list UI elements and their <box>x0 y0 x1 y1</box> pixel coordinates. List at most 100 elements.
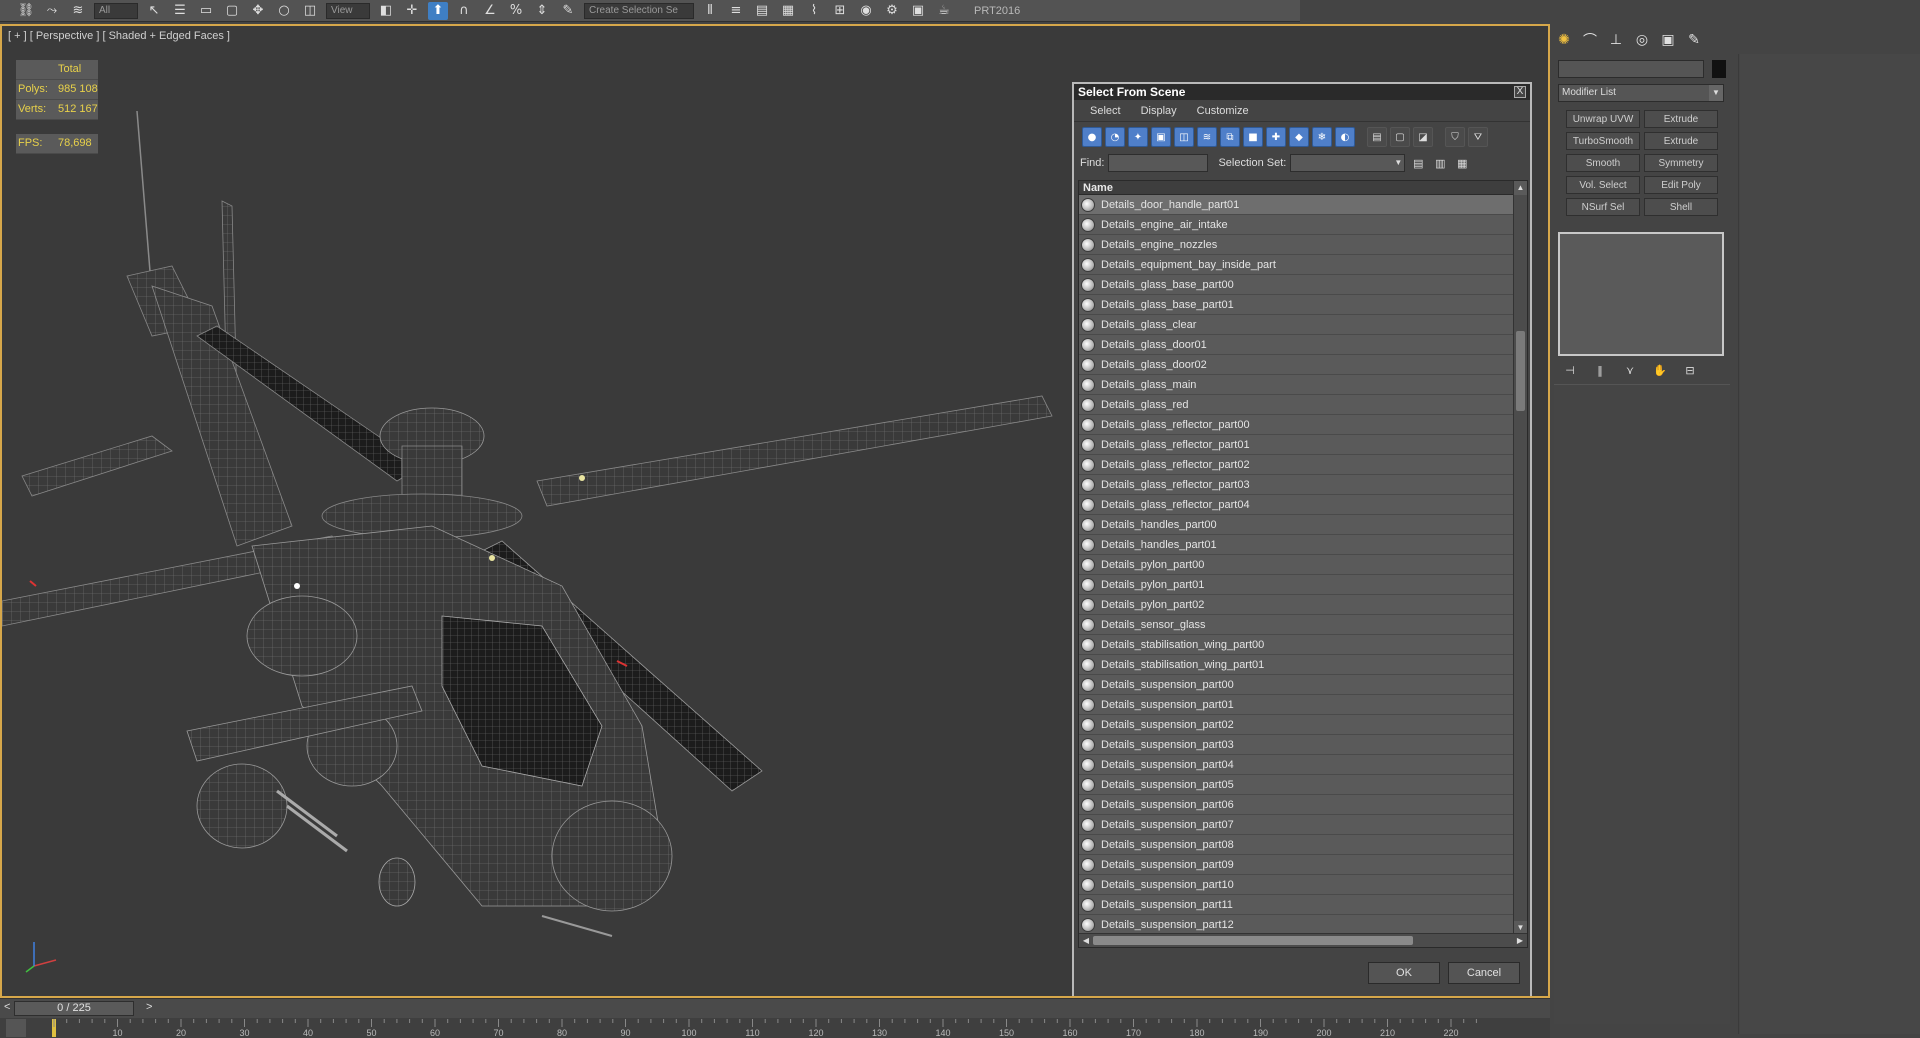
display-groups-icon[interactable]: ⧉ <box>1220 127 1240 147</box>
select-all-icon[interactable]: ▤ <box>1367 127 1387 147</box>
previous-frame-button[interactable]: < <box>4 1001 10 1013</box>
list-item[interactable]: Details_suspension_part12 <box>1079 915 1513 935</box>
show-end-result-icon[interactable]: ‖ <box>1592 362 1608 378</box>
modifier-button[interactable]: Symmetry <box>1644 154 1718 172</box>
list-item[interactable]: Details_glass_reflector_part04 <box>1079 495 1513 515</box>
scroll-right-icon[interactable]: ▶ <box>1513 934 1527 948</box>
hierarchy-tab-icon[interactable]: ⊥ <box>1606 30 1626 50</box>
modifier-button[interactable]: Extrude <box>1644 132 1718 150</box>
modifier-button[interactable]: Shell <box>1644 198 1718 216</box>
perspective-viewport[interactable]: [ + ] [ Perspective ] [ Shaded + Edged F… <box>0 24 1550 998</box>
list-item[interactable]: Details_suspension_part04 <box>1079 755 1513 775</box>
ok-button[interactable]: OK <box>1368 962 1440 984</box>
display-hidden-icon[interactable]: ◐ <box>1335 127 1355 147</box>
render-setup-icon[interactable]: ⚙ <box>882 2 902 20</box>
find-input[interactable] <box>1108 154 1209 172</box>
menu-customize[interactable]: Customize <box>1187 100 1259 122</box>
pin-stack-icon[interactable]: ⊣ <box>1562 362 1578 378</box>
scale-icon[interactable]: ◫ <box>300 2 320 20</box>
make-unique-icon[interactable]: ⋎ <box>1622 362 1638 378</box>
list-item[interactable]: Details_engine_air_intake <box>1079 215 1513 235</box>
motion-tab-icon[interactable]: ◎ <box>1632 30 1652 50</box>
window-crossing-icon[interactable]: ▢ <box>222 2 242 20</box>
display-lights-icon[interactable]: ✦ <box>1128 127 1148 147</box>
menu-select[interactable]: Select <box>1080 100 1131 122</box>
horizontal-scrollbar[interactable]: ◀ ▶ <box>1079 933 1527 947</box>
dialog-title-bar[interactable]: Select From Scene X <box>1074 84 1530 100</box>
scroll-up-icon[interactable]: ▲ <box>1514 181 1527 195</box>
display-bones-icon[interactable]: ✚ <box>1266 127 1286 147</box>
display-helpers-icon[interactable]: ◫ <box>1174 127 1194 147</box>
modifier-button[interactable]: Unwrap UVW <box>1566 110 1640 128</box>
list-item[interactable]: Details_glass_base_part00 <box>1079 275 1513 295</box>
rectangle-region-icon[interactable]: ▭ <box>196 2 216 20</box>
utilities-tab-icon[interactable]: ✎ <box>1684 30 1704 50</box>
list-item[interactable]: Details_suspension_part05 <box>1079 775 1513 795</box>
list-item[interactable]: Details_pylon_part02 <box>1079 595 1513 615</box>
list-item[interactable]: Details_glass_clear <box>1079 315 1513 335</box>
list-item[interactable]: Details_suspension_part11 <box>1079 895 1513 915</box>
frame-readout[interactable]: 0 / 225 <box>14 1001 134 1016</box>
list-item[interactable]: Details_suspension_part09 <box>1079 855 1513 875</box>
filter-options-icon[interactable]: ⛛ <box>1468 127 1488 147</box>
layer-manager-icon[interactable]: ▤ <box>752 2 772 20</box>
list-item[interactable]: Details_stabilisation_wing_part01 <box>1079 655 1513 675</box>
modifier-button[interactable]: Edit Poly <box>1644 176 1718 194</box>
menu-display[interactable]: Display <box>1131 100 1187 122</box>
modifier-list-dropdown[interactable]: Modifier List ▼ <box>1558 84 1724 102</box>
list-item[interactable]: Details_glass_reflector_part03 <box>1079 475 1513 495</box>
align-icon[interactable]: ≡ <box>726 2 746 20</box>
curve-editor-icon[interactable]: ⌇ <box>804 2 824 20</box>
percent-snap-icon[interactable]: % <box>506 2 526 20</box>
track-bar[interactable]: 10 20 30 40 50 60 70 80 90 100 110 120 130 140 150 160 1… <box>0 1018 1550 1038</box>
list-item[interactable]: Details_stabilisation_wing_part00 <box>1079 635 1513 655</box>
horizontal-scroll-thumb[interactable] <box>1093 936 1413 945</box>
display-xrefs-icon[interactable]: ■ <box>1243 127 1263 147</box>
list-item[interactable]: Details_pylon_part00 <box>1079 555 1513 575</box>
move-icon[interactable]: ✥ <box>248 2 268 20</box>
keyboard-shortcut-override-icon[interactable]: ⬆ <box>428 1 448 20</box>
remove-from-selection-set-icon[interactable]: ▦ <box>1453 154 1471 172</box>
list-item[interactable]: Details_suspension_part07 <box>1079 815 1513 835</box>
list-item[interactable]: Details_glass_reflector_part02 <box>1079 455 1513 475</box>
list-item[interactable]: Details_engine_nozzles <box>1079 235 1513 255</box>
close-icon[interactable]: X <box>1514 86 1526 98</box>
select-none-icon[interactable]: ▢ <box>1390 127 1410 147</box>
configure-modifier-sets-icon[interactable]: ⊟ <box>1682 362 1698 378</box>
list-item[interactable]: Details_glass_base_part01 <box>1079 295 1513 315</box>
display-space-warps-icon[interactable]: ≋ <box>1197 127 1217 147</box>
list-item[interactable]: Details_suspension_part03 <box>1079 735 1513 755</box>
list-item[interactable]: Details_suspension_part01 <box>1079 695 1513 715</box>
spinner-snap-icon[interactable]: ⇕ <box>532 2 552 20</box>
time-slider[interactable]: < 0 / 225 > <box>0 998 1550 1018</box>
display-containers-icon[interactable]: ◆ <box>1289 127 1309 147</box>
list-item[interactable]: Details_suspension_part02 <box>1079 715 1513 735</box>
list-item[interactable]: Details_suspension_part00 <box>1079 675 1513 695</box>
modifier-stack[interactable] <box>1558 232 1724 356</box>
link-icon[interactable]: ⛓ <box>16 2 36 20</box>
named-selection-dropdown[interactable]: Create Selection Se <box>584 2 694 19</box>
create-selection-set-icon[interactable]: ▤ <box>1409 154 1427 172</box>
list-item[interactable]: Details_glass_red <box>1079 395 1513 415</box>
rotate-icon[interactable]: ○ <box>274 2 294 20</box>
vertical-scroll-thumb[interactable] <box>1516 331 1525 411</box>
next-frame-button[interactable]: > <box>146 1001 152 1013</box>
schematic-view-icon[interactable]: ⊞ <box>830 2 850 20</box>
list-item[interactable]: Details_pylon_part01 <box>1079 575 1513 595</box>
name-column-header[interactable]: Name <box>1079 181 1527 195</box>
modify-tab-icon[interactable]: ⌒ <box>1580 30 1600 50</box>
select-object-icon[interactable]: ↖ <box>144 2 164 20</box>
list-item[interactable]: Details_handles_part00 <box>1079 515 1513 535</box>
add-to-selection-set-icon[interactable]: ▥ <box>1431 154 1449 172</box>
material-editor-icon[interactable]: ◉ <box>856 2 876 20</box>
modifier-button[interactable]: Extrude <box>1644 110 1718 128</box>
list-item[interactable]: Details_suspension_part10 <box>1079 875 1513 895</box>
list-item[interactable]: Details_glass_main <box>1079 375 1513 395</box>
helicopter-wireframe-model[interactable] <box>2 26 1062 996</box>
unlink-icon[interactable]: ⤳ <box>42 2 62 20</box>
list-item[interactable]: Details_door_handle_part01 <box>1079 195 1513 215</box>
modifier-button[interactable]: Smooth <box>1566 154 1640 172</box>
list-item[interactable]: Details_suspension_part06 <box>1079 795 1513 815</box>
modifier-button[interactable]: Vol. Select <box>1566 176 1640 194</box>
display-cameras-icon[interactable]: ▣ <box>1151 127 1171 147</box>
